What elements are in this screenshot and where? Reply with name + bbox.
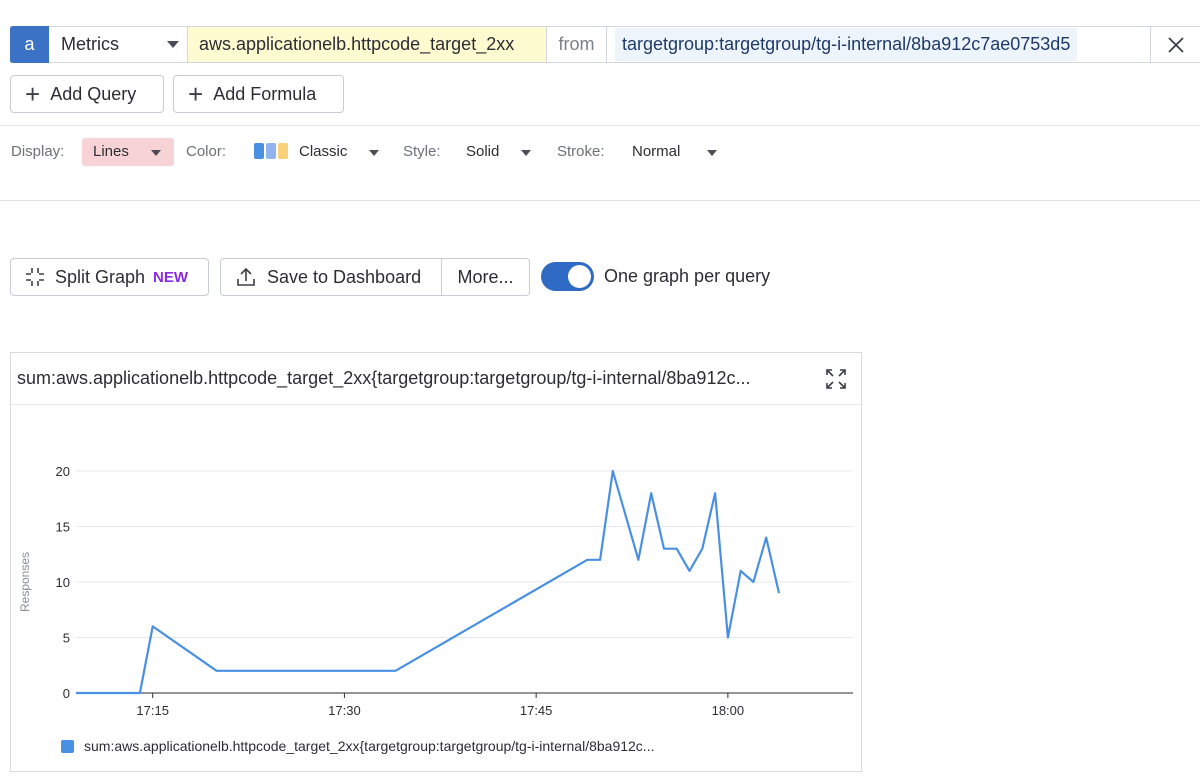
stroke-label: Stroke: (557, 143, 605, 160)
stroke-value[interactable]: Normal (632, 143, 680, 160)
save-button-group: Save to Dashboard More... (220, 258, 530, 296)
add-query-label: Add Query (50, 83, 137, 104)
x-tick-label: 17:15 (136, 703, 169, 718)
graph-title: sum:aws.applicationelb.httpcode_target_2… (17, 368, 751, 388)
graph-header: sum:aws.applicationelb.httpcode_target_2… (11, 353, 861, 405)
x-tick-label: 17:45 (520, 703, 553, 718)
plus-icon: + (188, 79, 204, 109)
palette-swatch (266, 143, 276, 159)
display-label: Display: (11, 143, 65, 160)
filter-input[interactable]: targetgroup:targetgroup/tg-i-internal/8b… (607, 27, 1200, 62)
chevron-down-icon (167, 41, 179, 48)
y-tick-label: 15 (56, 520, 70, 535)
upload-icon (235, 266, 257, 288)
data-source-select[interactable]: Metrics (49, 27, 188, 62)
legend-swatch (61, 739, 74, 753)
expand-icon[interactable] (825, 368, 847, 390)
toggle-label: One graph per query (604, 266, 771, 286)
line-chart: 0 5 10 15 20 17:15 17:30 17:45 18:00 Responses (18, 464, 853, 718)
from-label: from (547, 27, 607, 62)
x-tick-label: 18:00 (712, 703, 745, 718)
data-source-value: Metrics (61, 34, 119, 54)
add-formula-button[interactable]: + Add Formula (173, 75, 344, 113)
query-row: a Metrics aws.applicationelb.httpcode_ta… (10, 26, 1200, 63)
display-options-bar: Display: Lines Color: Classic Style: Sol… (0, 138, 1200, 166)
close-icon[interactable] (1150, 27, 1200, 62)
chevron-down-icon[interactable] (521, 150, 531, 156)
save-to-dashboard-label: Save to Dashboard (267, 266, 422, 287)
chevron-down-icon[interactable] (369, 150, 379, 156)
filter-tag[interactable]: targetgroup:targetgroup/tg-i-internal/8b… (615, 28, 1078, 61)
display-value: Lines (93, 143, 129, 160)
style-value[interactable]: Solid (466, 143, 499, 160)
divider (0, 200, 1200, 201)
x-tick-label: 17:30 (328, 703, 361, 718)
split-graph-label: Split Graph (55, 266, 146, 287)
chart-legend: sum:aws.applicationelb.httpcode_target_2… (61, 738, 654, 754)
chevron-down-icon[interactable] (707, 150, 717, 156)
metric-name-field[interactable]: aws.applicationelb.httpcode_target_2xx (188, 27, 547, 62)
query-letter-badge[interactable]: a (10, 26, 49, 63)
split-graph-button[interactable]: Split Graph NEW (10, 258, 209, 296)
save-to-dashboard-button[interactable]: Save to Dashboard (221, 259, 442, 295)
chevron-down-icon (151, 150, 161, 156)
plus-icon: + (25, 79, 41, 109)
y-axis-label: Responses (18, 552, 32, 612)
graph-card: sum:aws.applicationelb.httpcode_target_2… (10, 352, 862, 772)
y-tick-label: 0 (63, 686, 70, 701)
add-formula-label: Add Formula (213, 83, 317, 104)
y-tick-label: 20 (56, 464, 70, 479)
color-palette-icon[interactable] (254, 143, 288, 159)
split-graph-icon (25, 267, 45, 287)
one-graph-per-query-toggle[interactable] (541, 262, 594, 291)
y-tick-label: 5 (63, 631, 70, 646)
palette-swatch (254, 143, 264, 159)
add-query-button[interactable]: + Add Query (10, 75, 164, 113)
color-label: Color: (186, 143, 227, 160)
new-badge: NEW (153, 268, 189, 286)
toggle-knob (568, 265, 591, 288)
palette-swatch (278, 143, 288, 159)
divider (0, 125, 1200, 126)
legend-label: sum:aws.applicationelb.httpcode_target_2… (84, 738, 655, 754)
y-tick-label: 10 (56, 575, 70, 590)
style-label: Style: (403, 143, 441, 160)
color-value[interactable]: Classic (299, 143, 347, 160)
more-button[interactable]: More... (442, 259, 529, 295)
